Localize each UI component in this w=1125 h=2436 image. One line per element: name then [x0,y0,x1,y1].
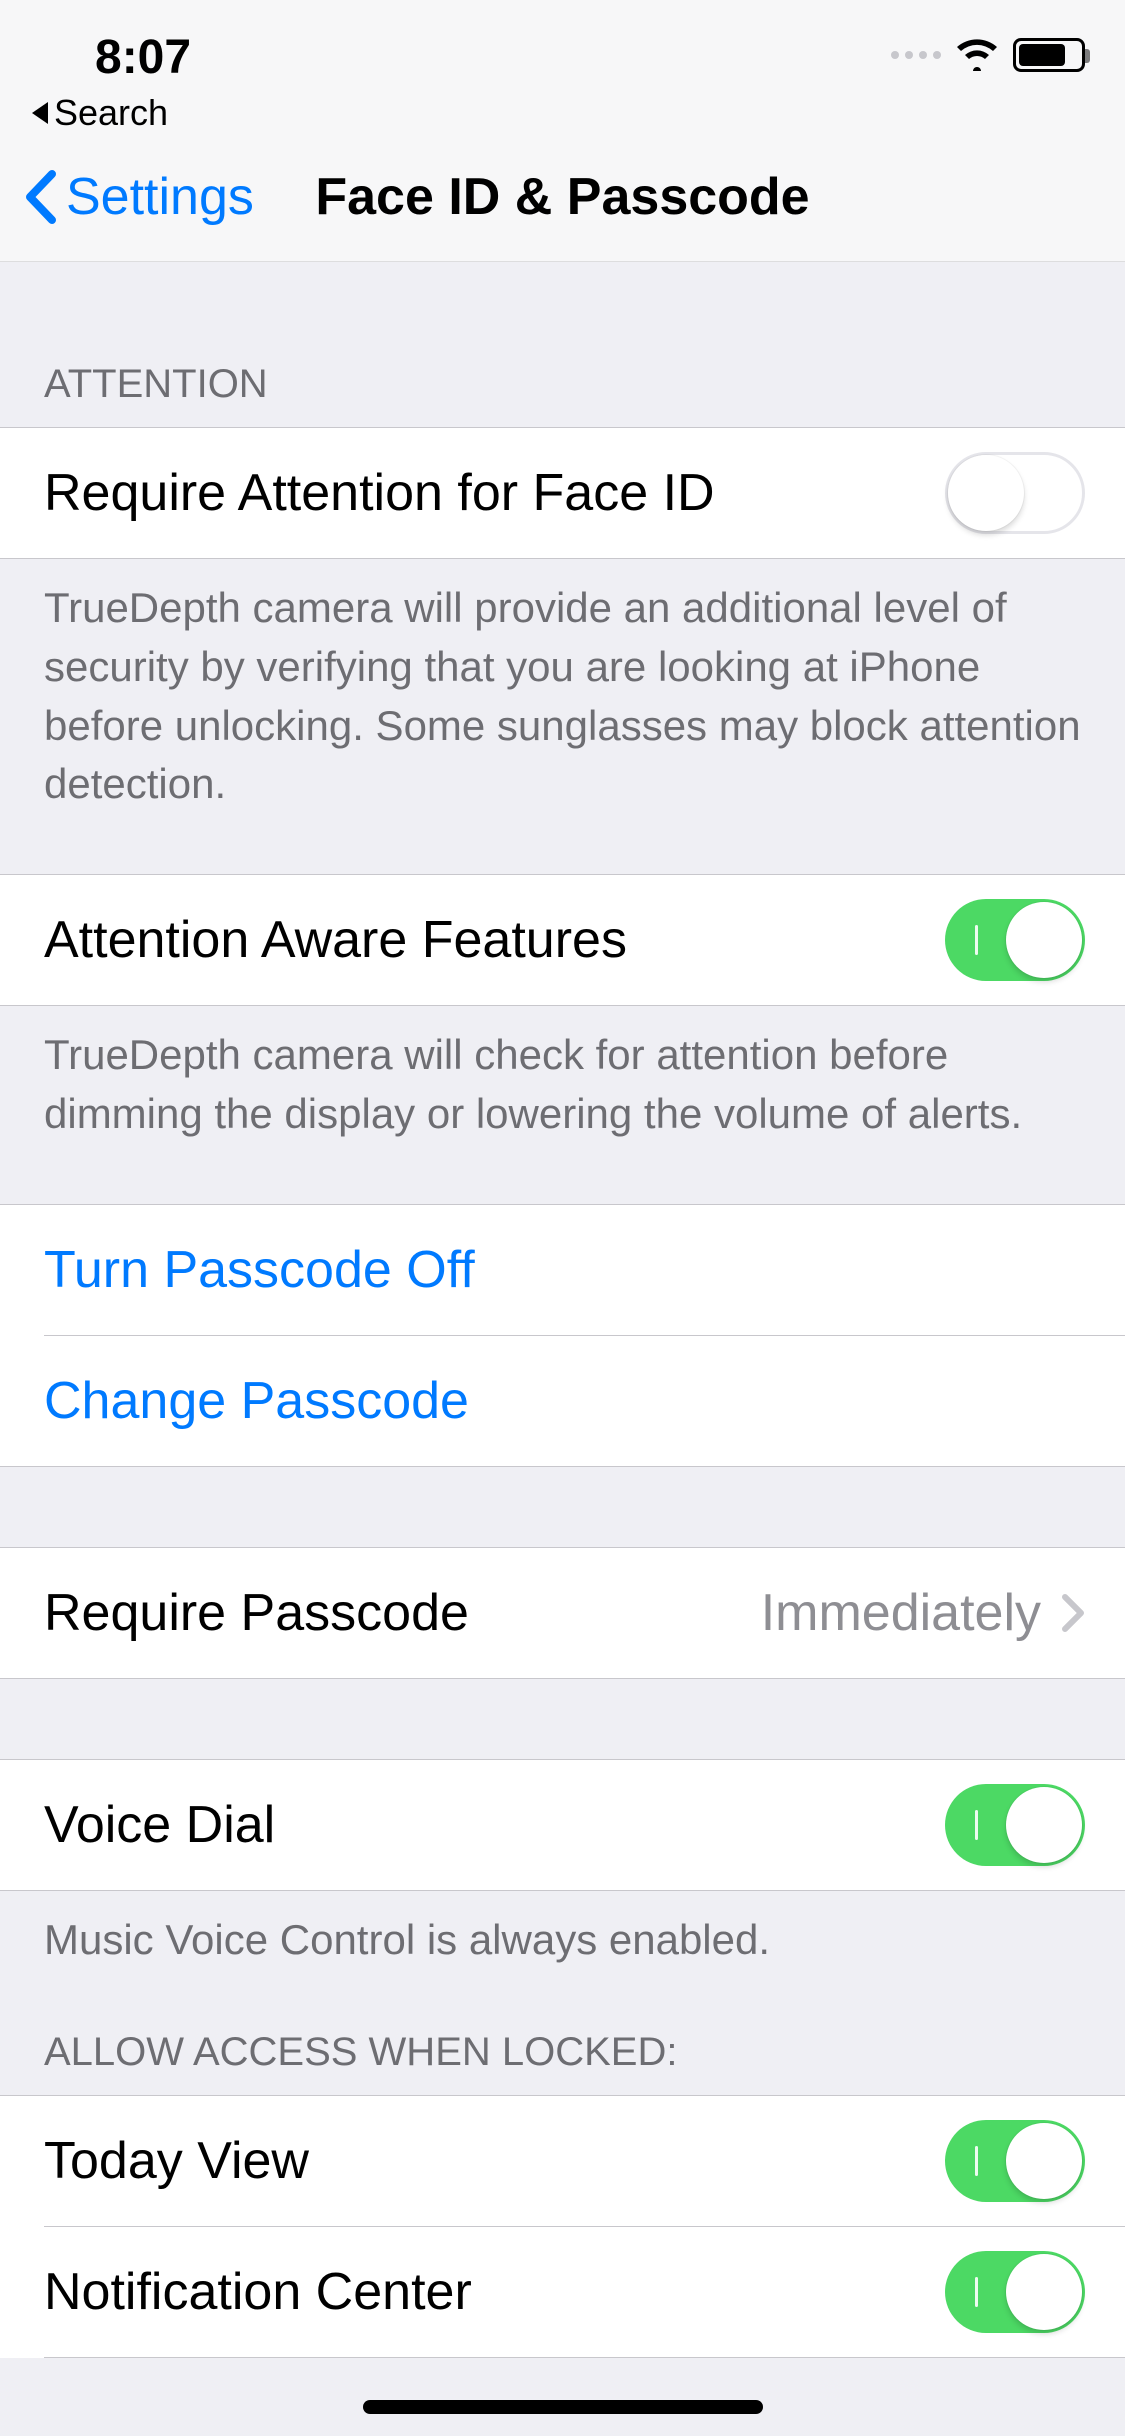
toggle-voice-dial[interactable] [945,1784,1085,1866]
section-passcode-actions: Turn Passcode Off Change Passcode [0,1204,1125,1467]
chevron-right-icon [1061,1593,1085,1633]
footer-aware-features: TrueDepth camera will check for attentio… [0,1006,1125,1144]
row-today-view[interactable]: Today View [0,2096,1125,2226]
section-voice-dial: Voice Dial [0,1759,1125,1891]
home-indicator[interactable] [363,2400,763,2414]
back-to-app[interactable]: Search [32,92,168,134]
section-require-passcode: Require Passcode Immediately [0,1547,1125,1679]
row-aware-features[interactable]: Attention Aware Features [0,875,1125,1005]
label-require-attention: Require Attention for Face ID [44,463,945,523]
back-to-label: Search [54,92,168,134]
label-today-view: Today View [44,2131,945,2191]
section-require-attention: Require Attention for Face ID [0,427,1125,559]
label-turn-passcode-off: Turn Passcode Off [44,1240,1085,1300]
status-right [891,38,1085,72]
label-aware-features: Attention Aware Features [44,910,945,970]
label-voice-dial: Voice Dial [44,1795,945,1855]
footer-voice-dial: Music Voice Control is always enabled. [0,1891,1125,1970]
section-header-attention: ATTENTION [0,362,1125,427]
row-require-passcode[interactable]: Require Passcode Immediately [0,1548,1125,1678]
status-time: 8:07 [95,30,191,85]
battery-icon [1013,38,1085,72]
row-require-attention[interactable]: Require Attention for Face ID [0,428,1125,558]
label-change-passcode: Change Passcode [44,1371,1085,1431]
content: ATTENTION Require Attention for Face ID … [0,262,1125,2358]
toggle-aware-features[interactable] [945,899,1085,981]
toggle-require-attention[interactable] [945,452,1085,534]
toggle-notification-center[interactable] [945,2251,1085,2333]
section-aware-features: Attention Aware Features [0,874,1125,1006]
status-bar: 8:07 Search [0,0,1125,132]
footer-require-attention: TrueDepth camera will provide an additio… [0,559,1125,814]
section-header-locked: ALLOW ACCESS WHEN LOCKED: [0,2030,1125,2095]
cellular-dots-icon [891,51,941,59]
label-notification-center: Notification Center [44,2262,945,2322]
toggle-today-view[interactable] [945,2120,1085,2202]
back-triangle-icon [32,102,48,124]
row-change-passcode[interactable]: Change Passcode [0,1336,1125,1466]
row-voice-dial[interactable]: Voice Dial [0,1760,1125,1890]
wifi-icon [955,39,999,71]
navigation-bar: Settings Face ID & Passcode [0,132,1125,262]
page-title: Face ID & Passcode [0,167,1125,227]
section-allow-access: Today View Notification Center [0,2095,1125,2358]
value-require-passcode: Immediately [761,1583,1041,1643]
row-notification-center[interactable]: Notification Center [0,2227,1125,2357]
label-require-passcode: Require Passcode [44,1583,761,1643]
row-turn-passcode-off[interactable]: Turn Passcode Off [0,1205,1125,1335]
